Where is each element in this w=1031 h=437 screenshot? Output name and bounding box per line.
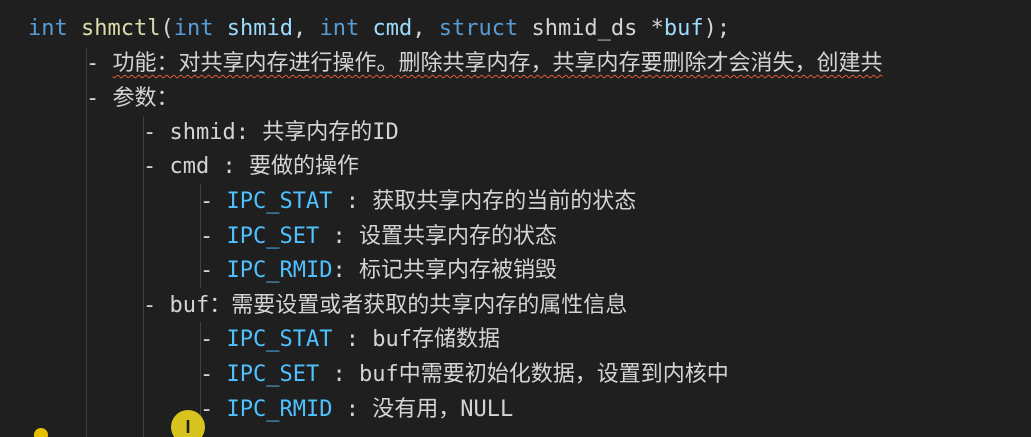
code-line[interactable]: - IPC_SET : 设置共享内存的状态 <box>200 220 557 254</box>
constant-ipc-set: IPC_SET <box>226 224 320 249</box>
list-dash: - <box>86 86 113 111</box>
open-paren: ( <box>160 16 174 41</box>
code-line-signature[interactable]: int shmctl(int shmid, int cmd, struct sh… <box>28 12 730 46</box>
comment-text: cmd : 要做的操作 <box>169 154 359 179</box>
code-line[interactable]: - buf：需要设置或者获取的共享内存的属性信息 <box>143 289 627 323</box>
code-line[interactable]: - cmd : 要做的操作 <box>143 150 359 184</box>
code-line[interactable]: - 功能：对共享内存进行操作。删除共享内存，共享内存要删除才会消失，创建共 <box>86 47 883 81</box>
list-dash: - <box>200 189 227 214</box>
code-line[interactable]: - IPC_STAT : 获取共享内存的当前的状态 <box>200 185 636 219</box>
comment-text: : 获取共享内存的当前的状态 <box>332 189 637 214</box>
list-dash: - <box>200 397 227 422</box>
pointer-star: * <box>637 16 664 41</box>
code-editor[interactable]: int shmctl(int shmid, int cmd, struct sh… <box>0 0 1031 437</box>
comment-text: : buf中需要初始化数据，设置到内核中 <box>319 362 729 387</box>
comment-text: shmid: 共享内存的ID <box>169 120 399 145</box>
comma: , <box>412 16 439 41</box>
keyword-int: int <box>173 16 214 41</box>
list-dash: - <box>200 258 227 283</box>
param-shmid: shmid <box>226 16 293 41</box>
code-line[interactable]: - 参数： <box>86 82 179 116</box>
keyword-struct: struct <box>438 16 519 41</box>
constant-ipc-rmid: IPC_RMID <box>226 258 333 283</box>
comment-text: : 没有用，NULL <box>332 397 514 422</box>
list-dash: - <box>143 120 170 145</box>
struct-type: shmid_ds <box>531 16 638 41</box>
comment-text: : buf存储数据 <box>332 327 500 352</box>
comment-text: : 设置共享内存的状态 <box>319 224 557 249</box>
list-dash: - <box>143 293 170 318</box>
close-paren: ); <box>703 16 731 41</box>
param-cmd: cmd <box>372 16 413 41</box>
list-dash: - <box>200 362 227 387</box>
keyword-int: int <box>319 16 360 41</box>
code-line[interactable]: - IPC_SET : buf中需要初始化数据，设置到内核中 <box>200 358 729 392</box>
comment-text: 参数： <box>112 86 179 111</box>
comment-text: : 标记共享内存被销毁 <box>332 258 557 283</box>
code-line[interactable]: - IPC_STAT : buf存储数据 <box>200 323 500 357</box>
code-line[interactable]: - IPC_RMID : 没有用，NULL <box>200 393 513 427</box>
code-line[interactable]: - shmid: 共享内存的ID <box>143 116 399 150</box>
constant-ipc-stat: IPC_STAT <box>226 189 333 214</box>
param-buf: buf <box>663 16 704 41</box>
comma: , <box>292 16 320 41</box>
code-line[interactable]: - IPC_RMID: 标记共享内存被销毁 <box>200 254 557 288</box>
list-dash: - <box>200 224 227 249</box>
mouse-cursor-icon: I <box>171 410 205 437</box>
list-dash: - <box>143 154 170 179</box>
text-cursor-glyph: I <box>185 417 191 437</box>
constant-ipc-rmid: IPC_RMID <box>226 397 333 422</box>
list-dash: - <box>86 51 113 76</box>
function-name: shmctl <box>81 16 161 41</box>
comment-text: 功能：对共享内存进行操作。删除共享内存，共享内存要删除才会消失，创建共 <box>112 51 883 76</box>
constant-ipc-stat: IPC_STAT <box>226 327 333 352</box>
comment-text: buf：需要设置或者获取的共享内存的属性信息 <box>169 293 628 318</box>
keyword-int: int <box>28 16 68 41</box>
constant-ipc-set: IPC_SET <box>226 362 320 387</box>
list-dash: - <box>200 327 227 352</box>
lightbulb-icon[interactable] <box>34 428 48 437</box>
